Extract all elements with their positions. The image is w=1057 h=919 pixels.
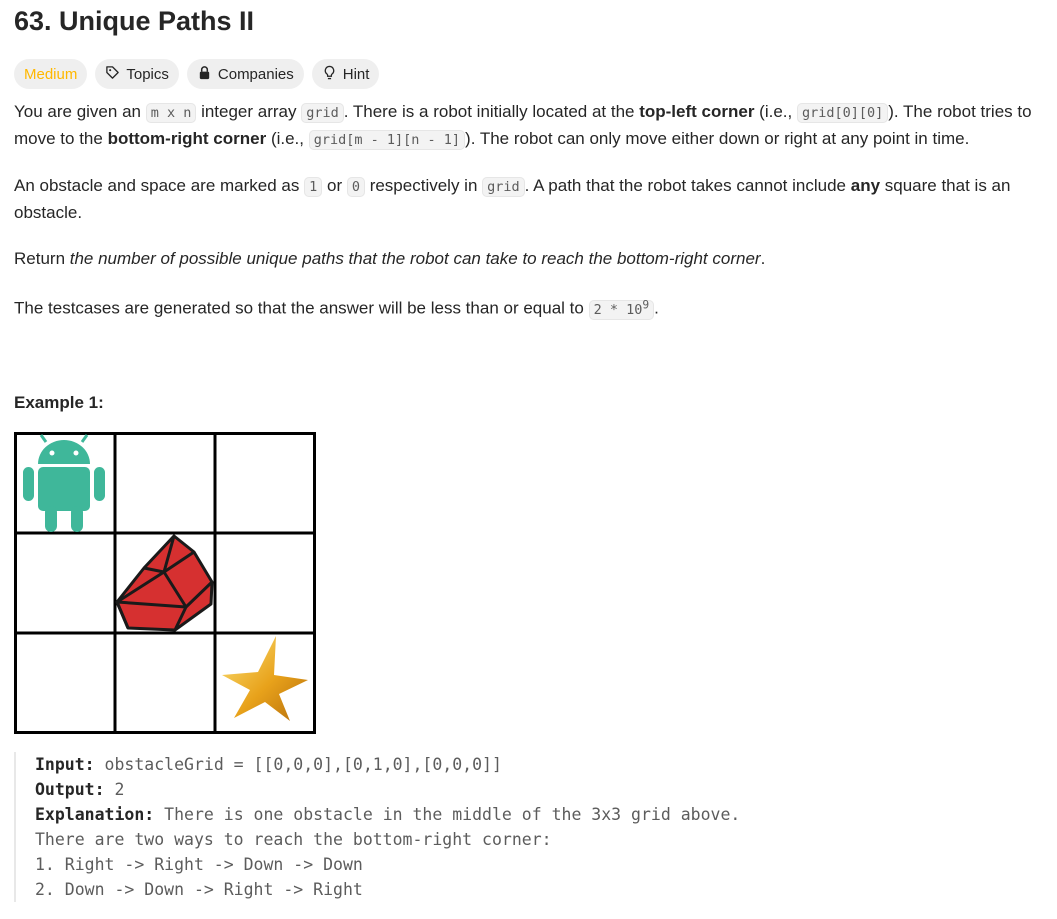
problem-title[interactable]: 63. Unique Paths II xyxy=(14,0,1043,38)
topics-label: Topics xyxy=(126,65,169,83)
inline-code: 2 * 109 xyxy=(588,298,655,320)
text: You are given an xyxy=(14,102,146,121)
lock-icon xyxy=(197,65,212,84)
tag-icon xyxy=(105,65,120,84)
text: . There is a robot initially located at … xyxy=(343,102,640,121)
text: (i.e., xyxy=(266,129,309,148)
bold-text: bottom-right corner xyxy=(107,129,267,148)
inline-code: grid[0][0] xyxy=(796,103,889,123)
bold-text: top-left corner xyxy=(639,102,755,121)
example-explanation-line: Explanation: There is one obstacle in th… xyxy=(35,802,1043,827)
description-paragraph-1: You are given an m x n integer array gri… xyxy=(14,99,1043,153)
example-output-line: Output: 2 xyxy=(35,777,1043,802)
text: respectively in xyxy=(364,176,483,195)
text: ). The robot can only move either down o… xyxy=(465,129,970,148)
text: . xyxy=(760,249,766,268)
topics-button[interactable]: Topics xyxy=(95,59,179,89)
text: The testcases are generated so that the … xyxy=(14,298,589,318)
example-title: Example 1: xyxy=(14,392,104,412)
explanation-label: Explanation: xyxy=(35,804,155,824)
italic-text: the number of possible unique paths that… xyxy=(69,249,761,268)
inline-code: grid xyxy=(482,177,525,197)
description-paragraph-3: Return the number of possible unique pat… xyxy=(14,246,1043,272)
inline-code: 1 xyxy=(304,177,323,197)
code-base: 2 * 10 xyxy=(593,301,643,318)
text: . A path that the robot takes cannot inc… xyxy=(524,176,851,195)
companies-button[interactable]: Companies xyxy=(186,59,304,89)
text: (i.e., xyxy=(754,102,797,121)
inline-code: grid xyxy=(301,103,344,123)
difficulty-label: Medium xyxy=(24,65,78,83)
text: integer array xyxy=(196,102,302,121)
example-input-line: Input: obstacleGrid = [[0,0,0],[0,1,0],[… xyxy=(35,752,1043,777)
output-label: Output: xyxy=(35,779,105,799)
bold-text: any xyxy=(850,176,881,195)
tag-bar: Medium Topics Companies Hint xyxy=(14,59,1043,89)
input-label: Input: xyxy=(35,754,95,774)
inline-code: grid[m - 1][n - 1] xyxy=(308,130,466,150)
output-value: 2 xyxy=(104,779,125,799)
description-paragraph-4: The testcases are generated so that the … xyxy=(14,292,1043,323)
example-explanation-line-4: 2. Down -> Down -> Right -> Right xyxy=(35,879,363,899)
example-code-block: Input: obstacleGrid = [[0,0,0],[0,1,0],[… xyxy=(14,751,1043,902)
lightbulb-icon xyxy=(322,65,337,84)
difficulty-badge: Medium xyxy=(14,59,88,89)
inline-code: m x n xyxy=(145,103,197,123)
explanation-value: There is one obstacle in the middle of t… xyxy=(154,804,741,824)
problem-page: 63. Unique Paths II Medium Topics Compan… xyxy=(0,0,1057,902)
text: Return xyxy=(14,249,70,268)
example-grid-image xyxy=(14,431,316,734)
hint-button[interactable]: Hint xyxy=(311,59,380,89)
description-paragraph-2: An obstacle and space are marked as 1 or… xyxy=(14,173,1043,226)
code-exponent: 9 xyxy=(642,298,650,311)
example-explanation-line-3: 1. Right -> Right -> Down -> Down xyxy=(35,854,363,874)
text: or xyxy=(322,176,347,195)
text: . xyxy=(654,298,659,318)
hint-label: Hint xyxy=(342,65,370,83)
input-value: obstacleGrid = [[0,0,0],[0,1,0],[0,0,0]] xyxy=(94,754,502,774)
companies-label: Companies xyxy=(217,65,294,83)
inline-code: 0 xyxy=(346,177,365,197)
text: An obstacle and space are marked as xyxy=(14,176,305,195)
example-explanation-line-2: There are two ways to reach the bottom-r… xyxy=(35,829,552,849)
